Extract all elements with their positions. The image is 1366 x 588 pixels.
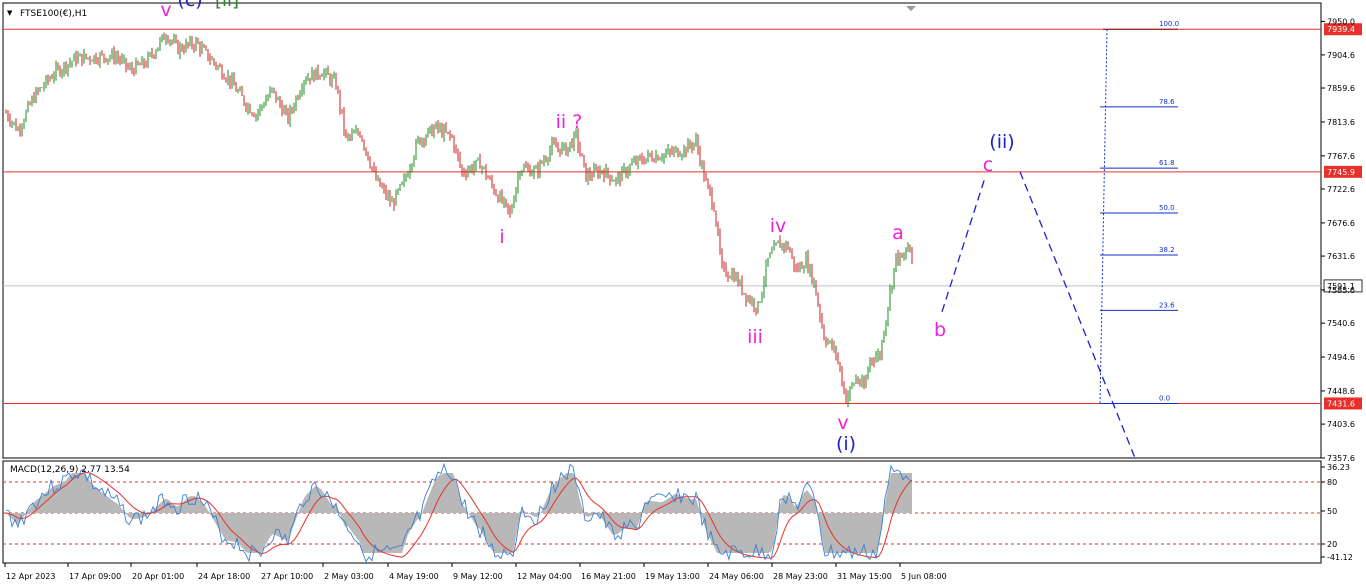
time-tick-label: 2 May 03:00 xyxy=(324,572,374,581)
wave-label: [ii] xyxy=(215,0,239,11)
price-tick-label: 7767.6 xyxy=(1327,152,1355,161)
time-tick-label: 19 May 13:00 xyxy=(645,572,700,581)
time-tick-label: 24 May 06:00 xyxy=(709,572,764,581)
wave-label: iv xyxy=(770,215,787,237)
main-plot-area[interactable] xyxy=(2,2,1322,459)
price-tick-label: 7494.6 xyxy=(1327,353,1355,362)
wave-label: a xyxy=(892,222,904,244)
time-tick-label: 9 May 12:00 xyxy=(453,572,503,581)
fib-level-label: 23.6 xyxy=(1159,301,1175,309)
fib-level-label: 38.2 xyxy=(1159,246,1175,254)
price-tag-label: 7939.4 xyxy=(1327,25,1355,34)
wave-label: (i) xyxy=(836,433,856,455)
price-axis: 7950.0 7904.6 7859.6 7813.6 7767.6 7722.6 7676… xyxy=(1321,17,1355,463)
macd-tick-label: 80 xyxy=(1327,478,1337,487)
symbol-label: FTSE100(€),H1 xyxy=(20,9,87,19)
price-tick-label: 7904.6 xyxy=(1327,51,1355,60)
wave-label: (c) xyxy=(177,0,202,11)
fib-level-label: 61.8 xyxy=(1159,159,1175,167)
macd-tick-label: 50 xyxy=(1327,507,1337,516)
wave-label: b xyxy=(934,319,946,341)
time-tick-label: 12 May 04:00 xyxy=(517,572,572,581)
time-tick-label: 12 Apr 2023 xyxy=(6,572,55,581)
wave-label: i xyxy=(499,226,504,248)
time-tick-label: 20 Apr 01:00 xyxy=(132,572,184,581)
wave-label: v xyxy=(160,0,171,21)
price-tick-label: 7403.6 xyxy=(1327,420,1355,429)
time-tick-label: 17 Apr 09:00 xyxy=(69,572,121,581)
time-axis: 12 Apr 2023 17 Apr 09:00 20 Apr 01:00 24 Ap… xyxy=(4,563,947,581)
fib-level-label: 78.6 xyxy=(1159,98,1175,106)
macd-tick-label: 36.23 xyxy=(1327,463,1350,472)
chart-window: ▼ FTSE100(€),H1 7939.47745.97431.67591.1… xyxy=(2,0,1363,581)
price-tick-label: 7722.6 xyxy=(1327,185,1355,194)
price-tag-label: 7745.9 xyxy=(1327,168,1355,177)
price-tick-label: 7585.6 xyxy=(1327,286,1355,295)
price-tick-label: 7357.6 xyxy=(1327,454,1355,463)
price-tick-label: 7631.6 xyxy=(1327,252,1355,261)
wave-label: c xyxy=(983,154,993,176)
price-tick-label: 7813.6 xyxy=(1327,118,1355,127)
macd-title: MACD(12,26,9) 2.77 13.54 xyxy=(10,465,130,475)
price-tick-label: 7859.6 xyxy=(1327,84,1355,93)
price-tick-label: 7448.6 xyxy=(1327,387,1355,396)
wave-label: v xyxy=(837,412,848,434)
dropdown-arrow-icon[interactable]: ▼ xyxy=(7,9,13,17)
time-tick-label: 16 May 21:00 xyxy=(581,572,636,581)
time-tick-label: 5 Jun 08:00 xyxy=(901,572,947,581)
price-tag-label: 7431.6 xyxy=(1327,399,1355,408)
time-tick-label: 4 May 19:00 xyxy=(389,572,439,581)
fib-level-label: 50.0 xyxy=(1159,204,1175,212)
time-tick-label: 24 Apr 18:00 xyxy=(198,572,250,581)
price-tick-label: 7676.6 xyxy=(1327,219,1355,228)
time-tick-label: 27 Apr 10:00 xyxy=(261,572,313,581)
wave-label: (ii) xyxy=(989,131,1014,153)
macd-tick-label: 20 xyxy=(1327,540,1337,549)
time-tick-label: 28 May 23:00 xyxy=(773,572,828,581)
wave-label: ii ? xyxy=(556,111,583,133)
price-tick-label: 7540.6 xyxy=(1327,319,1355,328)
fib-level-label: 0.0 xyxy=(1159,394,1170,402)
macd-tick-label: -41.12 xyxy=(1327,553,1353,562)
fib-level-label: 100.0 xyxy=(1159,20,1179,28)
time-tick-label: 31 May 15:00 xyxy=(837,572,892,581)
wave-label: iii xyxy=(747,326,763,348)
price-tick-label: 7950.0 xyxy=(1327,17,1355,26)
